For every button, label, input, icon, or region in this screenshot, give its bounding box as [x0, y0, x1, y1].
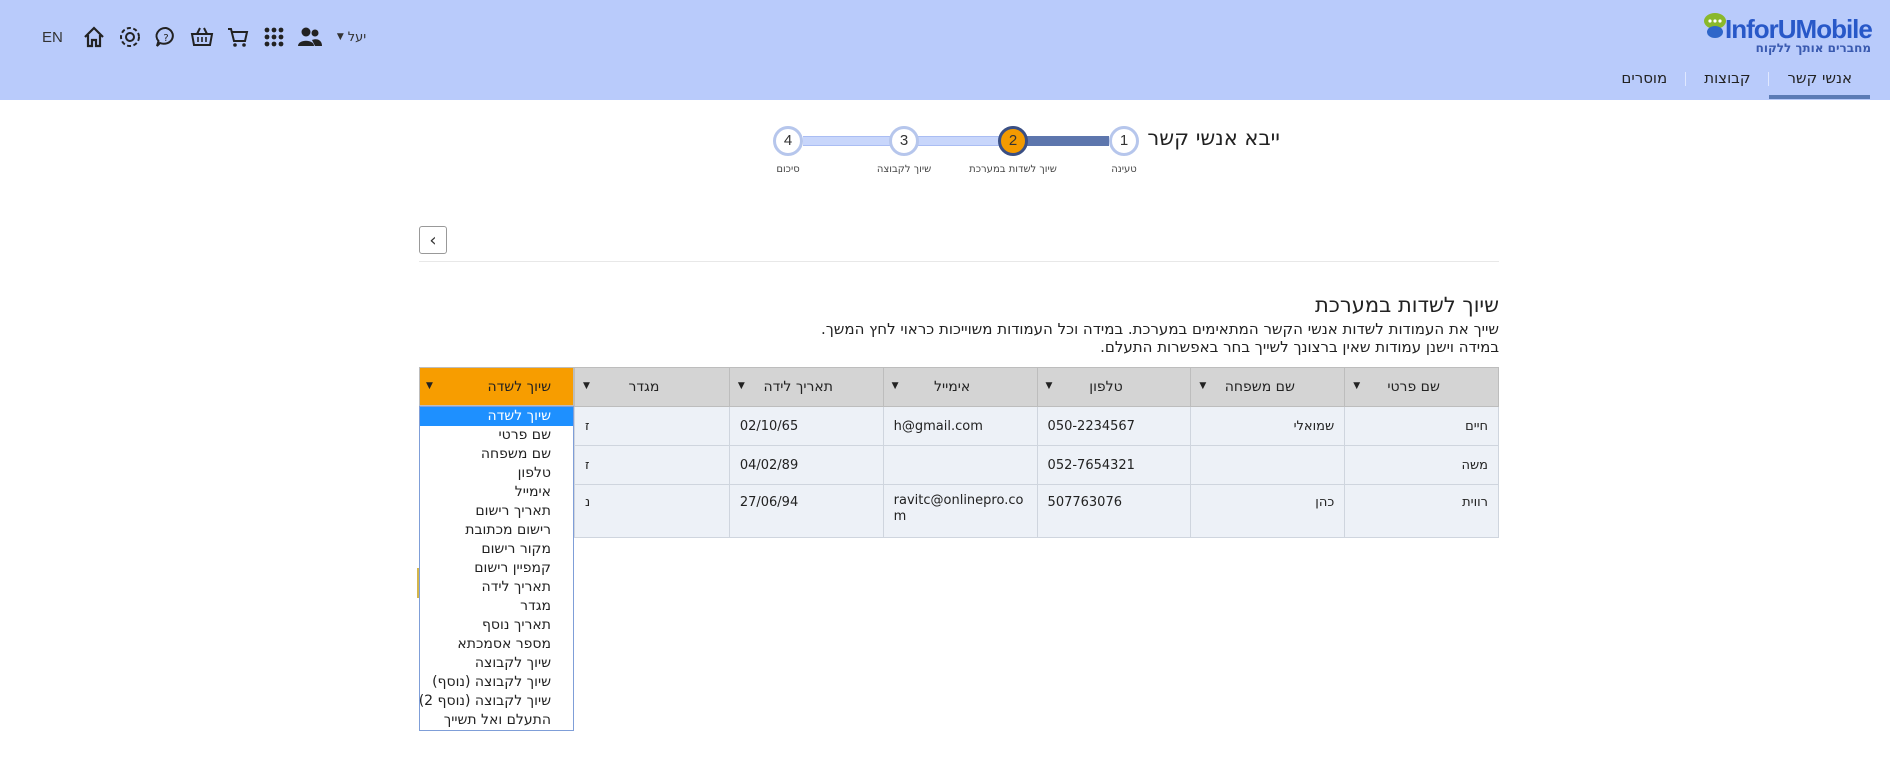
- option-registration-address[interactable]: רישום מכתובת: [420, 521, 573, 540]
- cell-first-name: משה: [1344, 445, 1499, 485]
- home-icon[interactable]: [81, 24, 107, 50]
- option-phone[interactable]: טלפון: [420, 464, 573, 483]
- cell-last-name: [1190, 445, 1346, 485]
- cell-phone: 050-2234567: [1036, 406, 1192, 446]
- basket-icon[interactable]: [189, 24, 215, 50]
- column-header-email[interactable]: אימייל ▼: [882, 367, 1038, 407]
- user-name: יעל: [347, 29, 367, 45]
- option-reference-number[interactable]: מספר אסמכתא: [420, 635, 573, 654]
- cell-birth-date: 02/10/65: [728, 406, 884, 446]
- dropdown-arrow-icon: ▼: [583, 381, 590, 391]
- contacts-preview-table: שם פרטי ▼ שם משפחה ▼ טלפון ▼ אימייל ▼ תאריך …: [574, 367, 1499, 538]
- step-connector-done: [1021, 136, 1109, 146]
- option-registration-date[interactable]: תאריך רישום: [420, 502, 573, 521]
- option-first-name[interactable]: שם פרטי: [420, 426, 573, 445]
- cell-first-name: חיים: [1344, 406, 1499, 446]
- option-assign-group[interactable]: שיוך לקבוצה: [420, 654, 573, 673]
- description-line-1: שייך את העמודות לשדות אנשי הקשר המתאימים…: [820, 320, 1499, 338]
- svg-text:?: ?: [163, 33, 168, 44]
- section-title: שיוך לשדות במערכת: [1314, 293, 1499, 317]
- apps-grid-icon[interactable]: [261, 24, 287, 50]
- step-3-circle: 3: [889, 126, 919, 156]
- cell-email: [882, 445, 1038, 485]
- option-gender[interactable]: מגדר: [420, 597, 573, 616]
- table-row: משה 052-7654321 04/02/89 ז: [574, 445, 1499, 485]
- top-header: InforUMobile מחברים אותך ללקוח אנשי קשר …: [0, 0, 1890, 100]
- user-menu[interactable]: ▼ יעל: [337, 30, 366, 45]
- table-row: רווית כהן 507763076 ravitc@onlinepro.com…: [574, 484, 1499, 538]
- column-header-first-name[interactable]: שם פרטי ▼: [1344, 367, 1499, 407]
- users-icon[interactable]: [297, 24, 323, 50]
- step-4-label: סיכום: [776, 164, 800, 175]
- dropdown-arrow-icon: ▼: [1199, 381, 1207, 391]
- field-mapping-options: שיוך לשדה שם פרטי שם משפחה טלפון אימייל …: [419, 406, 574, 731]
- step-connector: [906, 136, 1006, 146]
- cell-gender: נ: [574, 484, 730, 538]
- import-stepper: 4 3 2 1 סיכום שיוך לקבוצה שיוך לשדות במע…: [773, 126, 1139, 186]
- option-registration-source[interactable]: מקור רישום: [420, 540, 573, 559]
- language-switch[interactable]: EN: [42, 29, 63, 46]
- header-icon-bar: EN ? ▼ יעל: [42, 22, 366, 52]
- cell-last-name: כהן: [1190, 484, 1346, 538]
- dropdown-arrow-icon: ▼: [426, 381, 433, 391]
- cell-last-name: שמואלי: [1190, 406, 1346, 446]
- step-4-circle: 4: [773, 126, 803, 156]
- step-2-label: שיוך לשדות במערכת: [969, 164, 1057, 175]
- option-birth-date[interactable]: תאריך לידה: [420, 578, 573, 597]
- gear-icon[interactable]: [117, 24, 143, 50]
- cell-phone: 507763076: [1036, 484, 1192, 538]
- step-1-label: טעינה: [1111, 164, 1137, 175]
- table-row: חיים שמואלי 050-2234567 h@gmail.com 02/1…: [574, 406, 1499, 446]
- cell-phone: 052-7654321: [1036, 445, 1192, 485]
- page-title: ייבא אנשי קשר: [1147, 126, 1280, 150]
- option-map-to-field[interactable]: שיוך לשדה: [420, 407, 573, 426]
- tab-contacts[interactable]: אנשי קשר: [1769, 66, 1870, 99]
- option-assign-group-extra-2[interactable]: שיוך לקבוצה (נוסף 2): [419, 692, 573, 711]
- divider: [419, 261, 1499, 262]
- top-nav: אנשי קשר קבוצות מוסרים: [1603, 66, 1870, 99]
- tab-unsubscribed[interactable]: מוסרים: [1603, 66, 1685, 95]
- cell-gender: ז: [574, 445, 730, 485]
- column-header-phone[interactable]: טלפון ▼: [1036, 367, 1192, 407]
- cell-first-name: רווית: [1344, 484, 1499, 538]
- cell-birth-date: 27/06/94: [728, 484, 884, 538]
- dropdown-arrow-icon: ▼: [891, 381, 899, 391]
- field-mapping-select[interactable]: שיוך לשדה ▼: [419, 367, 574, 406]
- tab-groups[interactable]: קבוצות: [1686, 66, 1768, 95]
- cell-birth-date: 04/02/89: [728, 445, 884, 485]
- option-email[interactable]: אימייל: [420, 483, 573, 502]
- step-1-circle: 1: [1109, 126, 1139, 156]
- dropdown-arrow-icon: ▼: [737, 381, 745, 391]
- option-assign-group-extra[interactable]: שיוך לקבוצה (נוסף): [420, 673, 573, 692]
- step-3-label: שיוך לקבוצה: [876, 164, 932, 175]
- option-additional-date[interactable]: תאריך נוסף: [420, 616, 573, 635]
- option-last-name[interactable]: שם משפחה: [420, 445, 573, 464]
- cell-email: ravitc@onlinepro.com: [882, 484, 1038, 538]
- help-chat-icon[interactable]: ?: [153, 24, 179, 50]
- dropdown-arrow-icon: ▼: [1045, 381, 1053, 391]
- field-mapping-select-value: שיוך לשדה: [487, 379, 552, 395]
- step-connector: [803, 136, 891, 146]
- column-header-birth-date[interactable]: תאריך לידה ▼: [728, 367, 884, 407]
- logo-tagline: מחברים אותך ללקוח: [1755, 41, 1871, 55]
- description-line-2: במידה וישנן עמודות שאין ברצונך לשייך בחר…: [1100, 338, 1499, 356]
- cell-email: h@gmail.com: [882, 406, 1038, 446]
- cell-gender: ז: [574, 406, 730, 446]
- chevron-down-icon: ▼: [336, 32, 344, 42]
- dropdown-arrow-icon: ▼: [1353, 381, 1361, 391]
- column-header-last-name[interactable]: שם משפחה ▼: [1190, 367, 1346, 407]
- column-header-gender[interactable]: מגדר ▼: [574, 367, 730, 407]
- cart-icon[interactable]: [225, 24, 251, 50]
- section-description: שייך את העמודות לשדות אנשי הקשר המתאימים…: [821, 320, 1499, 356]
- option-registration-campaign[interactable]: קמפיין רישום: [420, 559, 573, 578]
- step-2-circle: 2: [998, 126, 1028, 156]
- back-button[interactable]: ‹: [419, 226, 447, 254]
- option-ignore[interactable]: התעלם ואל תשייך: [420, 711, 573, 730]
- logo[interactable]: InforUMobile מחברים אותך ללקוח: [1703, 10, 1873, 58]
